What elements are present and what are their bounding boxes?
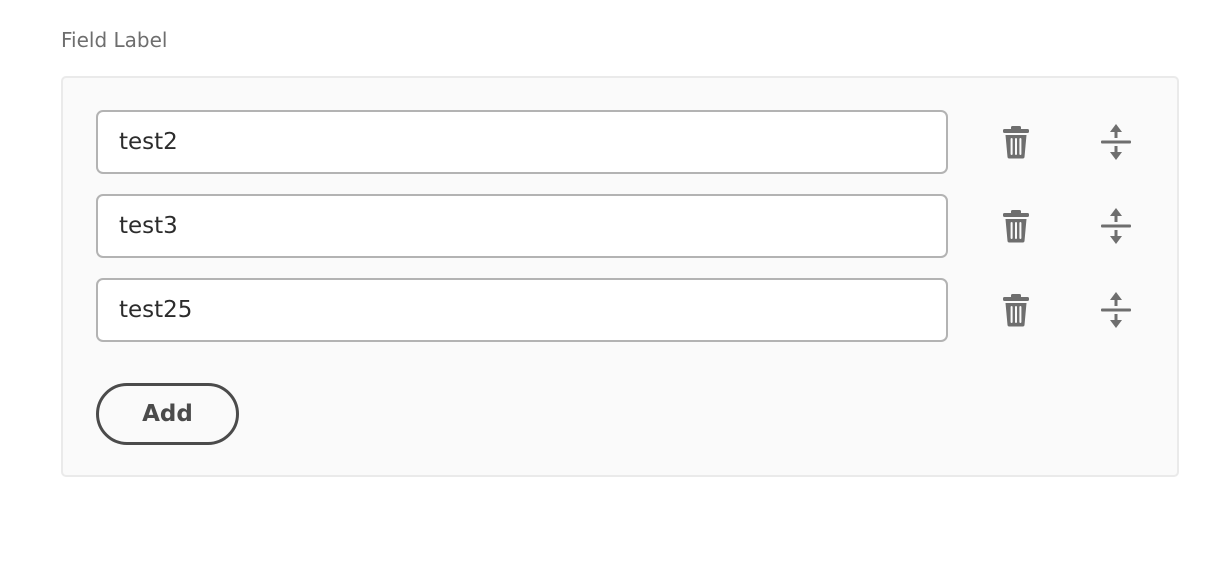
multifield-item [96,194,1156,258]
move-icon [1100,291,1132,329]
item-text-field[interactable] [96,194,948,258]
field-label: Field Label [61,28,168,52]
reorder-handle[interactable] [1092,202,1140,250]
delete-button[interactable] [992,202,1040,250]
delete-icon [1002,209,1030,243]
delete-button[interactable] [992,118,1040,166]
reorder-handle[interactable] [1092,118,1140,166]
reorder-handle[interactable] [1092,286,1140,334]
move-icon [1100,123,1132,161]
delete-icon [1002,125,1030,159]
add-button[interactable]: Add [96,383,239,445]
item-text-field[interactable] [96,278,948,342]
move-icon [1100,207,1132,245]
multifield-container: Add [61,76,1179,477]
delete-icon [1002,293,1030,327]
multifield-item [96,278,1156,342]
delete-button[interactable] [992,286,1040,334]
item-text-field[interactable] [96,110,948,174]
multifield-item [96,110,1156,174]
